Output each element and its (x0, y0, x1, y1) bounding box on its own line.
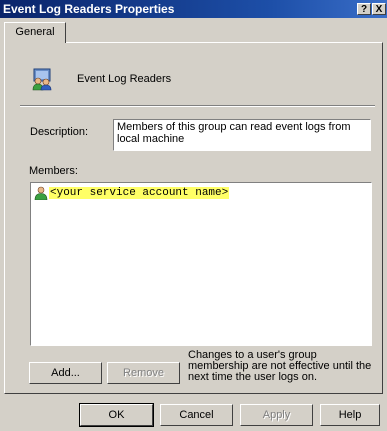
title-bar: Event Log Readers Properties ? X (0, 0, 387, 18)
user-icon (34, 186, 48, 200)
tab-general[interactable]: General (4, 22, 66, 43)
cancel-button[interactable]: Cancel (160, 404, 233, 426)
apply-button[interactable]: Apply (240, 404, 313, 426)
user-group-icon (32, 68, 52, 91)
close-icon[interactable]: X (372, 3, 386, 15)
members-label: Members: (29, 165, 78, 177)
description-label: Description: (30, 126, 89, 138)
divider-top (20, 105, 375, 107)
help-icon[interactable]: ? (357, 3, 371, 15)
remove-button[interactable]: Remove (107, 362, 180, 384)
group-name: Event Log Readers (77, 73, 172, 85)
membership-note: Changes to a user's group membership are… (188, 349, 372, 383)
member-name: <your service account name> (49, 187, 230, 199)
members-list[interactable]: <your service account name> (30, 182, 372, 346)
add-button[interactable]: Add... (29, 362, 102, 384)
ok-button[interactable]: OK (79, 403, 154, 427)
help-button[interactable]: Help (320, 404, 380, 426)
description-field[interactable]: Members of this group can read event log… (113, 119, 371, 151)
window-title: Event Log Readers Properties (3, 2, 175, 16)
